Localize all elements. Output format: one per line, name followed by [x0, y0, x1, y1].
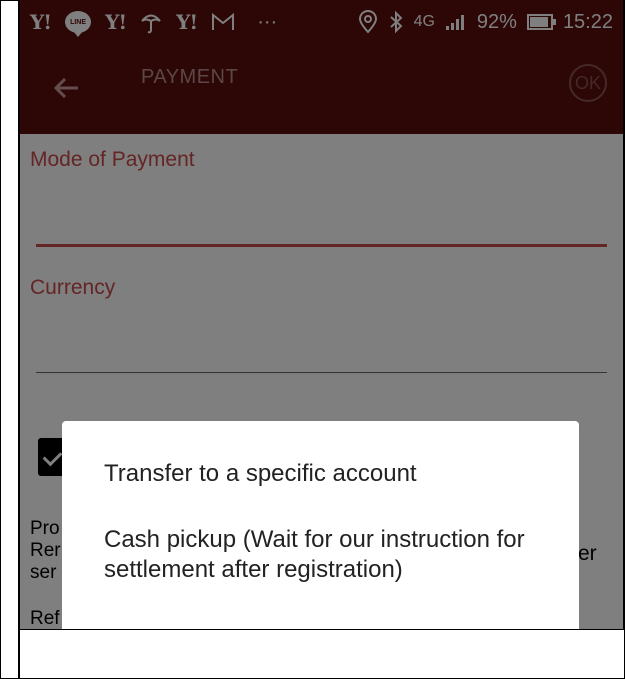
phone-screen: Y! LINE Y! Y! ··· 4G	[20, 0, 624, 630]
option-cash-pickup[interactable]: Cash pickup (Wait for our instruction fo…	[104, 525, 554, 585]
option-transfer-to-account[interactable]: Transfer to a specific account	[104, 459, 554, 489]
mode-of-payment-dialog: Transfer to a specific account Cash pick…	[62, 421, 579, 629]
